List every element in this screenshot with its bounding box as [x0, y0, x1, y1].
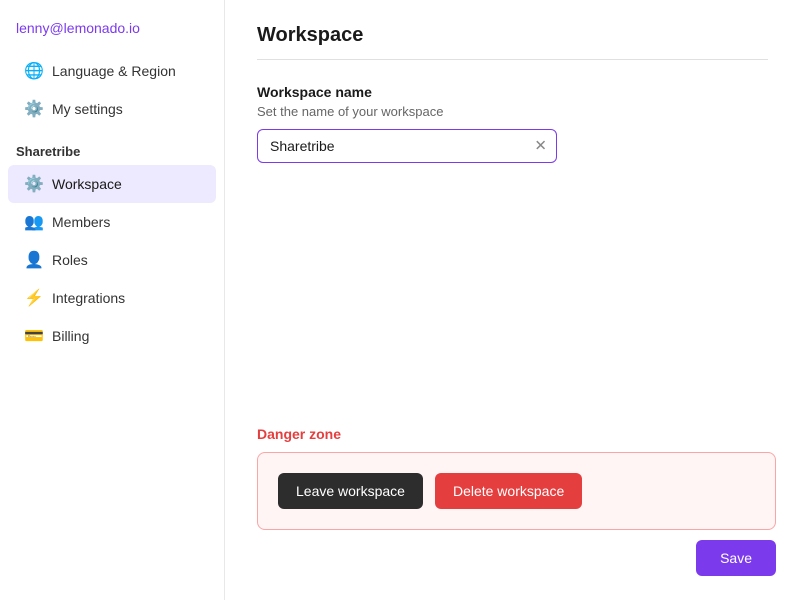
workspace-name-label: Workspace name [257, 84, 768, 100]
workspace-name-hint: Set the name of your workspace [257, 104, 768, 119]
danger-zone-label: Danger zone [257, 426, 776, 442]
sidebar: lenny@lemonado.io 🌐 Language & Region ⚙️… [0, 0, 225, 600]
title-divider [257, 59, 768, 60]
danger-zone-section: Danger zone Leave workspace Delete works… [257, 426, 776, 530]
sidebar-item-label: Integrations [52, 290, 125, 306]
globe-icon: 🌐 [24, 61, 42, 81]
gear-icon: ⚙️ [24, 99, 42, 119]
sidebar-item-label: Members [52, 214, 110, 230]
sidebar-item-label: Roles [52, 252, 88, 268]
sidebar-item-label: Billing [52, 328, 89, 344]
roles-icon: 👤 [24, 250, 42, 270]
delete-workspace-button[interactable]: Delete workspace [435, 473, 582, 509]
sidebar-item-workspace[interactable]: ⚙️ Workspace [8, 165, 216, 203]
sidebar-item-my-settings[interactable]: ⚙️ My settings [8, 90, 216, 128]
workspace-gear-icon: ⚙️ [24, 174, 42, 194]
sidebar-item-billing[interactable]: 💳 Billing [8, 317, 216, 355]
danger-zone-box: Leave workspace Delete workspace [257, 452, 776, 530]
members-icon: 👥 [24, 212, 42, 232]
sidebar-item-language-region[interactable]: 🌐 Language & Region [8, 52, 216, 90]
sidebar-item-label: Language & Region [52, 63, 176, 79]
sidebar-item-roles[interactable]: 👤 Roles [8, 241, 216, 279]
save-button[interactable]: Save [696, 540, 776, 576]
sidebar-item-label: Workspace [52, 176, 122, 192]
clear-input-button[interactable]: ✕ [534, 139, 547, 154]
workspace-name-input[interactable] [257, 129, 557, 163]
workspace-name-input-wrapper: ✕ [257, 129, 557, 163]
sidebar-item-integrations[interactable]: ⚡ Integrations [8, 279, 216, 317]
leave-workspace-button[interactable]: Leave workspace [278, 473, 423, 509]
sidebar-item-label: My settings [52, 101, 123, 117]
sidebar-item-members[interactable]: 👥 Members [8, 203, 216, 241]
main-content: Workspace Workspace name Set the name of… [225, 0, 800, 600]
billing-icon: 💳 [24, 326, 42, 346]
user-email: lenny@lemonado.io [0, 20, 224, 52]
page-title: Workspace [257, 24, 768, 47]
integrations-icon: ⚡ [24, 288, 42, 308]
section-label-sharetribe: Sharetribe [0, 128, 224, 165]
